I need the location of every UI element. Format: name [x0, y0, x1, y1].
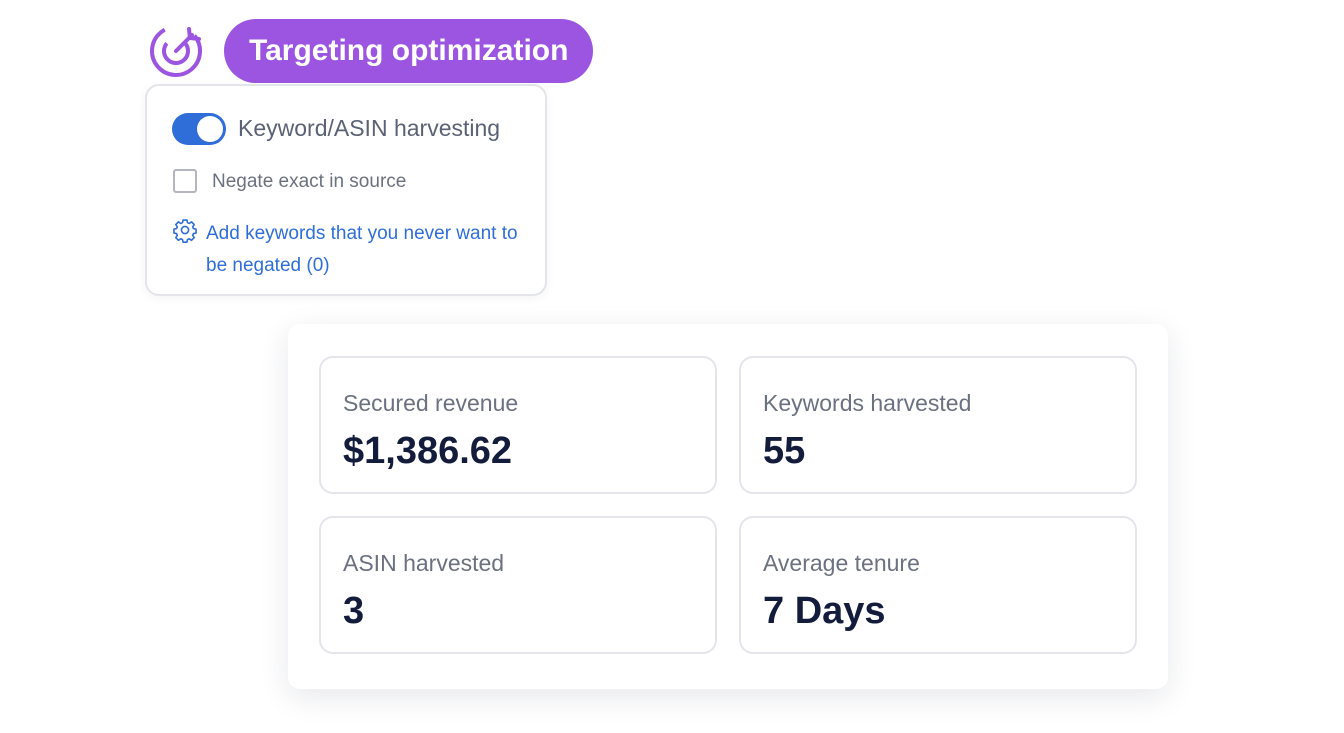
harvesting-settings-card: Keyword/ASIN harvesting Negate exact in … [145, 84, 547, 296]
stat-card-keywords-harvested: Keywords harvested 55 [739, 356, 1137, 494]
stat-label: Keywords harvested [763, 390, 972, 416]
harvesting-toggle[interactable] [172, 113, 226, 145]
stat-value: 3 [343, 590, 365, 632]
stat-label: Secured revenue [343, 390, 519, 416]
stat-label: ASIN harvested [343, 550, 505, 576]
toggle-knob [197, 116, 223, 142]
never-negate-keywords-link[interactable]: Add keywords that you never want to be n… [206, 218, 536, 282]
stat-card-average-tenure: Average tenure 7 Days [739, 516, 1137, 654]
stat-value: $1,386.62 [343, 430, 513, 472]
page-title: Targeting optimization [224, 19, 594, 83]
negate-exact-checkbox[interactable] [173, 169, 197, 193]
stats-panel: Secured revenue $1,386.62 Keywords harve… [288, 324, 1168, 689]
stat-label: Average tenure [763, 550, 920, 576]
negate-exact-label: Negate exact in source [212, 171, 407, 192]
harvesting-toggle-label: Keyword/ASIN harvesting [238, 115, 501, 141]
gear-icon [173, 219, 197, 243]
stat-card-secured-revenue: Secured revenue $1,386.62 [319, 356, 717, 494]
target-icon [150, 25, 202, 77]
stat-value: 55 [763, 430, 806, 472]
stat-value: 7 Days [763, 590, 886, 632]
stat-card-asin-harvested: ASIN harvested 3 [319, 516, 717, 654]
